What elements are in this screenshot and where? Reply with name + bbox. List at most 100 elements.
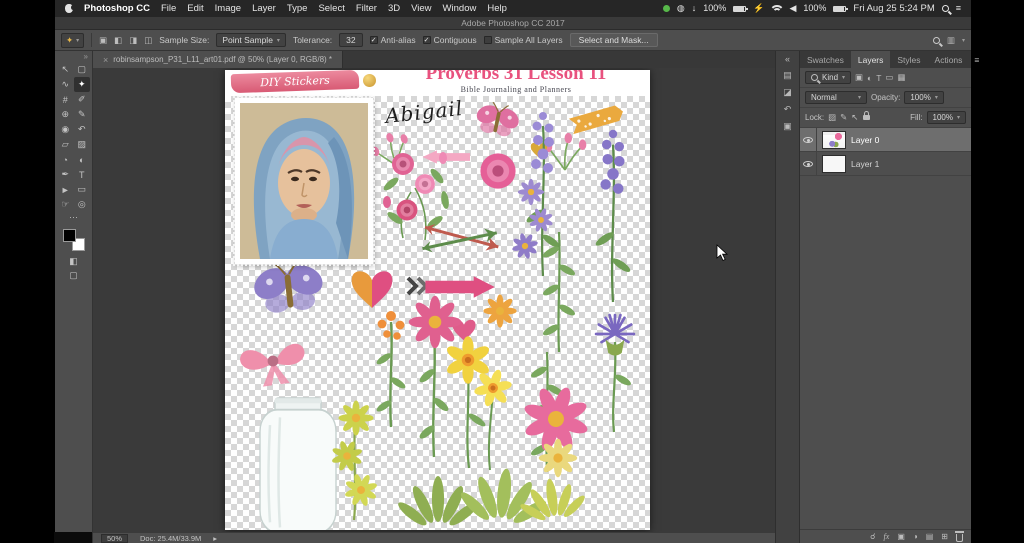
- menu-file[interactable]: File: [161, 3, 176, 14]
- document[interactable]: DIY Stickers Proverbs 31 Lesson 11 Bible…: [225, 70, 650, 530]
- layer-name[interactable]: Layer 0: [851, 135, 879, 145]
- layer-effects-icon[interactable]: fx: [884, 532, 890, 541]
- zoom-tool[interactable]: ◎: [74, 197, 91, 212]
- wifi-icon[interactable]: [771, 5, 782, 13]
- move-tool[interactable]: ↖: [57, 62, 74, 77]
- quick-mask-icon[interactable]: ◧: [55, 254, 92, 268]
- lock-all-icon[interactable]: [863, 115, 870, 120]
- edit-toolbar-icon[interactable]: ⋯: [55, 212, 92, 224]
- add-selection-icon[interactable]: ◧: [114, 35, 122, 46]
- lasso-tool[interactable]: ∿: [57, 77, 74, 92]
- pen-tool[interactable]: ✒: [57, 167, 74, 182]
- layer-row-1[interactable]: Layer 1: [800, 152, 971, 176]
- type-tool[interactable]: T: [74, 167, 91, 182]
- new-selection-icon[interactable]: ▣: [99, 35, 107, 46]
- menu-help[interactable]: Help: [487, 3, 507, 14]
- select-and-mask-button[interactable]: Select and Mask...: [570, 33, 658, 47]
- filter-adjustment-icon[interactable]: ◐: [867, 73, 872, 83]
- brush-tool[interactable]: ✎: [74, 107, 91, 122]
- new-group-icon[interactable]: ▤: [926, 532, 934, 541]
- menu-filter[interactable]: Filter: [356, 3, 377, 14]
- anti-alias-checkbox[interactable]: Anti-alias: [370, 35, 416, 45]
- download-arrow-icon[interactable]: ↓: [692, 4, 697, 13]
- status-popup-icon[interactable]: ▸: [213, 534, 217, 543]
- hand-tool[interactable]: ☞: [57, 197, 74, 212]
- new-layer-icon[interactable]: ⊞: [941, 532, 948, 541]
- apple-icon[interactable]: [65, 4, 73, 13]
- filter-kind-dropdown[interactable]: Kind ▾: [805, 71, 851, 84]
- delete-layer-icon[interactable]: [956, 534, 963, 542]
- lock-transparency-icon[interactable]: ▨: [828, 112, 836, 123]
- subtract-selection-icon[interactable]: ◨: [129, 35, 137, 46]
- gradient-tool[interactable]: ▨: [74, 137, 91, 152]
- link-layers-icon[interactable]: ☌: [870, 532, 875, 541]
- filter-pixel-icon[interactable]: ▣: [855, 72, 863, 83]
- menu-view[interactable]: View: [411, 3, 431, 14]
- tab-actions[interactable]: Actions: [928, 51, 970, 68]
- search-icon[interactable]: [933, 37, 940, 44]
- close-tab-icon[interactable]: ×: [103, 55, 108, 65]
- contiguous-checkbox[interactable]: Contiguous: [423, 35, 477, 45]
- add-mask-icon[interactable]: ▣: [897, 532, 905, 541]
- path-select-tool[interactable]: ►: [57, 182, 74, 197]
- notification-center-icon[interactable]: ≡: [956, 4, 961, 13]
- layer-row-0[interactable]: Layer 0: [800, 128, 971, 152]
- tab-layers[interactable]: Layers: [851, 51, 891, 68]
- volume-icon[interactable]: ◀: [789, 4, 796, 13]
- shape-tool[interactable]: ▭: [74, 182, 91, 197]
- crop-tool[interactable]: #: [57, 92, 74, 107]
- power-icon[interactable]: ⚡: [753, 4, 764, 13]
- workspace-icon[interactable]: ▥: [947, 35, 955, 46]
- menu-extra-icon[interactable]: [663, 5, 670, 12]
- menu-3d[interactable]: 3D: [388, 3, 400, 14]
- eraser-tool[interactable]: ▱: [57, 137, 74, 152]
- intersect-selection-icon[interactable]: ◫: [144, 35, 152, 46]
- collapse-toolbar-icon[interactable]: »: [55, 51, 92, 62]
- keyboard-battery-icon[interactable]: [733, 6, 746, 12]
- menu-image[interactable]: Image: [215, 3, 241, 14]
- opacity-field[interactable]: 100% ▾: [904, 91, 943, 104]
- panel-menu-icon[interactable]: ≡: [969, 51, 984, 68]
- menu-layer[interactable]: Layer: [252, 3, 276, 14]
- marquee-tool[interactable]: ▢: [74, 62, 91, 77]
- filter-smart-object-icon[interactable]: ▦: [897, 72, 905, 83]
- layer-thumbnail[interactable]: [822, 155, 846, 173]
- lock-position-icon[interactable]: ↖: [851, 112, 858, 123]
- visibility-toggle[interactable]: [800, 152, 817, 175]
- tab-swatches[interactable]: Swatches: [800, 51, 851, 68]
- history-brush-tool[interactable]: ↶: [74, 122, 91, 137]
- libraries-panel-icon[interactable]: ▣: [783, 121, 792, 132]
- lock-pixels-icon[interactable]: ✎: [840, 112, 847, 123]
- menu-window[interactable]: Window: [443, 3, 477, 14]
- dodge-tool[interactable]: ◐: [74, 152, 91, 167]
- blur-tool[interactable]: ◔: [57, 152, 74, 167]
- menu-type[interactable]: Type: [287, 3, 308, 14]
- layer-name[interactable]: Layer 1: [851, 159, 879, 169]
- screen-mode-icon[interactable]: ▢: [55, 268, 92, 282]
- zoom-level-field[interactable]: 50%: [101, 534, 128, 543]
- properties-panel-icon[interactable]: ◪: [783, 87, 792, 98]
- visibility-toggle[interactable]: [800, 128, 817, 151]
- document-tab[interactable]: × robinsampson_P31_L11_art01.pdf @ 50% (…: [93, 51, 343, 68]
- magic-wand-tool[interactable]: ✦: [74, 77, 91, 92]
- eyedropper-tool[interactable]: ✐: [74, 92, 91, 107]
- spotlight-search-icon[interactable]: [942, 5, 949, 12]
- tolerance-input[interactable]: 32: [339, 33, 362, 47]
- healing-brush-tool[interactable]: ⊕: [57, 107, 74, 122]
- menu-select[interactable]: Select: [318, 3, 344, 14]
- menu-extra-2-icon[interactable]: ◍: [677, 4, 685, 13]
- history-panel-icon[interactable]: ↶: [784, 104, 792, 115]
- canvas-area[interactable]: DIY Stickers Proverbs 31 Lesson 11 Bible…: [93, 68, 775, 532]
- expand-panels-icon[interactable]: «: [785, 54, 790, 64]
- tab-styles[interactable]: Styles: [890, 51, 927, 68]
- blend-mode-dropdown[interactable]: Normal ▾: [805, 91, 867, 104]
- color-panel-icon[interactable]: ▤: [783, 70, 792, 81]
- battery-icon[interactable]: [833, 6, 846, 12]
- layer-thumbnail[interactable]: [822, 131, 846, 149]
- menu-clock[interactable]: Fri Aug 25 5:24 PM: [853, 3, 934, 14]
- sample-size-dropdown[interactable]: Point Sample ▾: [216, 33, 286, 47]
- fill-field[interactable]: 100% ▾: [927, 111, 966, 124]
- filter-type-icon[interactable]: T: [876, 73, 881, 83]
- tool-preset-dropdown[interactable]: ✦ ▾: [61, 33, 84, 48]
- chevron-down-icon[interactable]: ▾: [962, 37, 965, 44]
